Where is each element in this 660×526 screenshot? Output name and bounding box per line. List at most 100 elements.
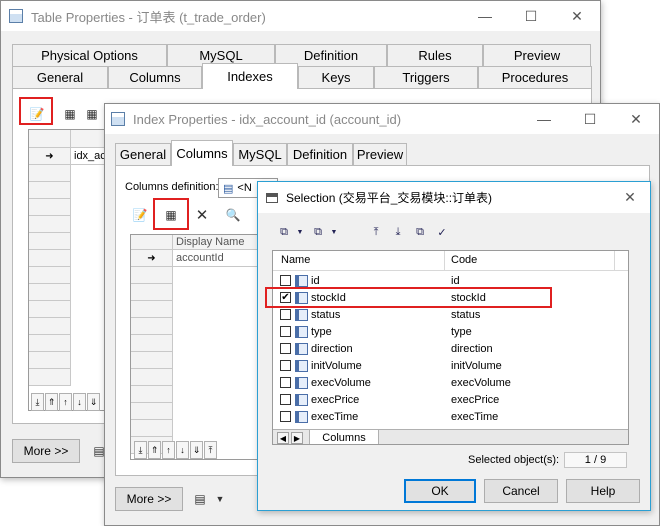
- move-to-bottom-icon[interactable]: ⤓: [390, 224, 406, 240]
- move-to-top-icon[interactable]: ⤒: [368, 224, 384, 240]
- list-item[interactable]: direction direction: [273, 340, 628, 357]
- row-checkbox[interactable]: [280, 411, 291, 422]
- tab-columns[interactable]: Columns: [108, 66, 202, 88]
- grid-row-header: [131, 318, 173, 335]
- first-row-icon[interactable]: ⤓: [31, 393, 44, 411]
- scroll-left-icon[interactable]: ◀: [277, 432, 289, 444]
- list-item[interactable]: type type: [273, 323, 628, 340]
- table-properties-titlebar[interactable]: Table Properties - 订单表 (t_trade_order) —…: [1, 1, 600, 31]
- index-menu-icon[interactable]: ▤: [189, 489, 211, 509]
- page-up-icon[interactable]: ⇑: [45, 393, 58, 411]
- row-name: id: [311, 274, 320, 287]
- add-columns-icon[interactable]: ▦: [160, 205, 182, 225]
- index-tab-columns[interactable]: Columns: [171, 140, 233, 166]
- page-down-icon[interactable]: ⇓: [190, 441, 203, 459]
- display-name-cell[interactable]: accountId: [173, 250, 259, 267]
- tab-keys[interactable]: Keys: [298, 66, 374, 88]
- grid-row-header: [29, 318, 71, 335]
- tab-general[interactable]: General: [12, 66, 108, 88]
- minimize-icon[interactable]: —: [521, 104, 567, 134]
- list-item[interactable]: ✔ stockId stockId: [273, 289, 628, 306]
- grid-row-header: [131, 403, 173, 420]
- row-checkbox[interactable]: [280, 343, 291, 354]
- row-up-icon[interactable]: ↑: [162, 441, 175, 459]
- help-button[interactable]: Help: [566, 479, 640, 503]
- row-checkbox[interactable]: [280, 309, 291, 320]
- close-icon[interactable]: ✕: [610, 182, 650, 212]
- name-column-header[interactable]: Name: [281, 254, 310, 266]
- index-properties-titlebar[interactable]: Index Properties - idx_account_id (accou…: [105, 104, 659, 134]
- select-all-icon[interactable]: ⧉: [276, 224, 292, 240]
- row-name: direction: [311, 342, 353, 355]
- dropdown-icon[interactable]: ▼: [292, 224, 308, 240]
- list-item[interactable]: initVolume initVolume: [273, 357, 628, 374]
- grid-row-header: [29, 284, 71, 301]
- row-name: type: [311, 325, 332, 338]
- deselect-all-icon[interactable]: ⧉: [310, 224, 326, 240]
- columns-list-tab[interactable]: Columns: [309, 430, 379, 444]
- index-tab-mysql[interactable]: MySQL: [233, 143, 287, 165]
- code-column-header[interactable]: Code: [451, 254, 477, 266]
- row-checkbox[interactable]: ✔: [280, 292, 291, 303]
- row-checkbox[interactable]: [280, 377, 291, 388]
- row-checkbox[interactable]: [280, 394, 291, 405]
- columns-definition-label: Columns definition:: [125, 181, 219, 193]
- grid-row-header: [29, 267, 71, 284]
- tab-triggers[interactable]: Triggers: [374, 66, 478, 88]
- filter-settings-icon[interactable]: ✓: [434, 224, 450, 240]
- page-down-icon[interactable]: ⇓: [87, 393, 100, 411]
- filter-icon[interactable]: ⧉: [412, 224, 428, 240]
- close-icon[interactable]: ✕: [613, 104, 659, 134]
- index-more-button[interactable]: More >>: [115, 487, 183, 511]
- dropdown-icon[interactable]: ▼: [326, 224, 342, 240]
- ok-button[interactable]: OK: [404, 479, 476, 503]
- row-down-icon[interactable]: ↓: [73, 393, 86, 411]
- tab-physical-options[interactable]: Physical Options: [12, 44, 167, 66]
- list-item[interactable]: id id: [273, 272, 628, 289]
- row-up-icon[interactable]: ↑: [59, 393, 72, 411]
- table-app-icon: [9, 9, 23, 23]
- index-tab-definition[interactable]: Definition: [287, 143, 353, 165]
- grid-row-header: [29, 233, 71, 250]
- close-icon[interactable]: ✕: [554, 1, 600, 31]
- find-icon[interactable]: 🔍: [222, 205, 244, 225]
- properties-toolbar-icon[interactable]: 📝: [129, 205, 151, 225]
- row-code: direction: [451, 342, 493, 355]
- list-item[interactable]: execTime execTime: [273, 408, 628, 425]
- maximize-icon[interactable]: ☐: [567, 104, 613, 134]
- tab-procedures[interactable]: Procedures: [478, 66, 592, 88]
- row-checkbox[interactable]: [280, 275, 291, 286]
- selection-titlebar[interactable]: Selection (交易平台_交易模块::订单表) ✕: [258, 182, 650, 213]
- grid-row-header: [29, 216, 71, 233]
- add-row-icon[interactable]: ▦: [81, 104, 103, 124]
- grid-row-header: [131, 301, 173, 318]
- cancel-button[interactable]: Cancel: [484, 479, 558, 503]
- last-row-icon[interactable]: ⤒: [204, 441, 217, 459]
- delete-icon[interactable]: ✕: [191, 205, 213, 225]
- maximize-icon[interactable]: ☐: [508, 1, 554, 31]
- grid-row-header: [131, 284, 173, 301]
- properties-toolbar-icon[interactable]: 📝: [26, 104, 48, 124]
- page-up-icon[interactable]: ⇑: [148, 441, 161, 459]
- tab-rules[interactable]: Rules: [387, 44, 483, 66]
- list-header: Name Code: [273, 251, 628, 271]
- tab-preview[interactable]: Preview: [483, 44, 591, 66]
- menu-dropdown-icon[interactable]: ▼: [209, 489, 231, 509]
- table-more-button[interactable]: More >>: [12, 439, 80, 463]
- index-tab-general[interactable]: General: [115, 143, 171, 165]
- row-down-icon[interactable]: ↓: [176, 441, 189, 459]
- row-checkbox[interactable]: [280, 360, 291, 371]
- row-checkbox[interactable]: [280, 326, 291, 337]
- scroll-right-icon[interactable]: ▶: [291, 432, 303, 444]
- row-code: initVolume: [451, 359, 502, 372]
- list-item[interactable]: execVolume execVolume: [273, 374, 628, 391]
- tab-indexes[interactable]: Indexes: [202, 63, 298, 89]
- list-item[interactable]: execPrice execPrice: [273, 391, 628, 408]
- grid-row-header: [29, 369, 71, 386]
- insert-row-icon[interactable]: ▦: [59, 104, 81, 124]
- first-row-icon[interactable]: ⤓: [134, 441, 147, 459]
- list-item[interactable]: status status: [273, 306, 628, 323]
- minimize-icon[interactable]: —: [462, 1, 508, 31]
- grid-row-header: [29, 165, 71, 182]
- index-tab-preview[interactable]: Preview: [353, 143, 407, 165]
